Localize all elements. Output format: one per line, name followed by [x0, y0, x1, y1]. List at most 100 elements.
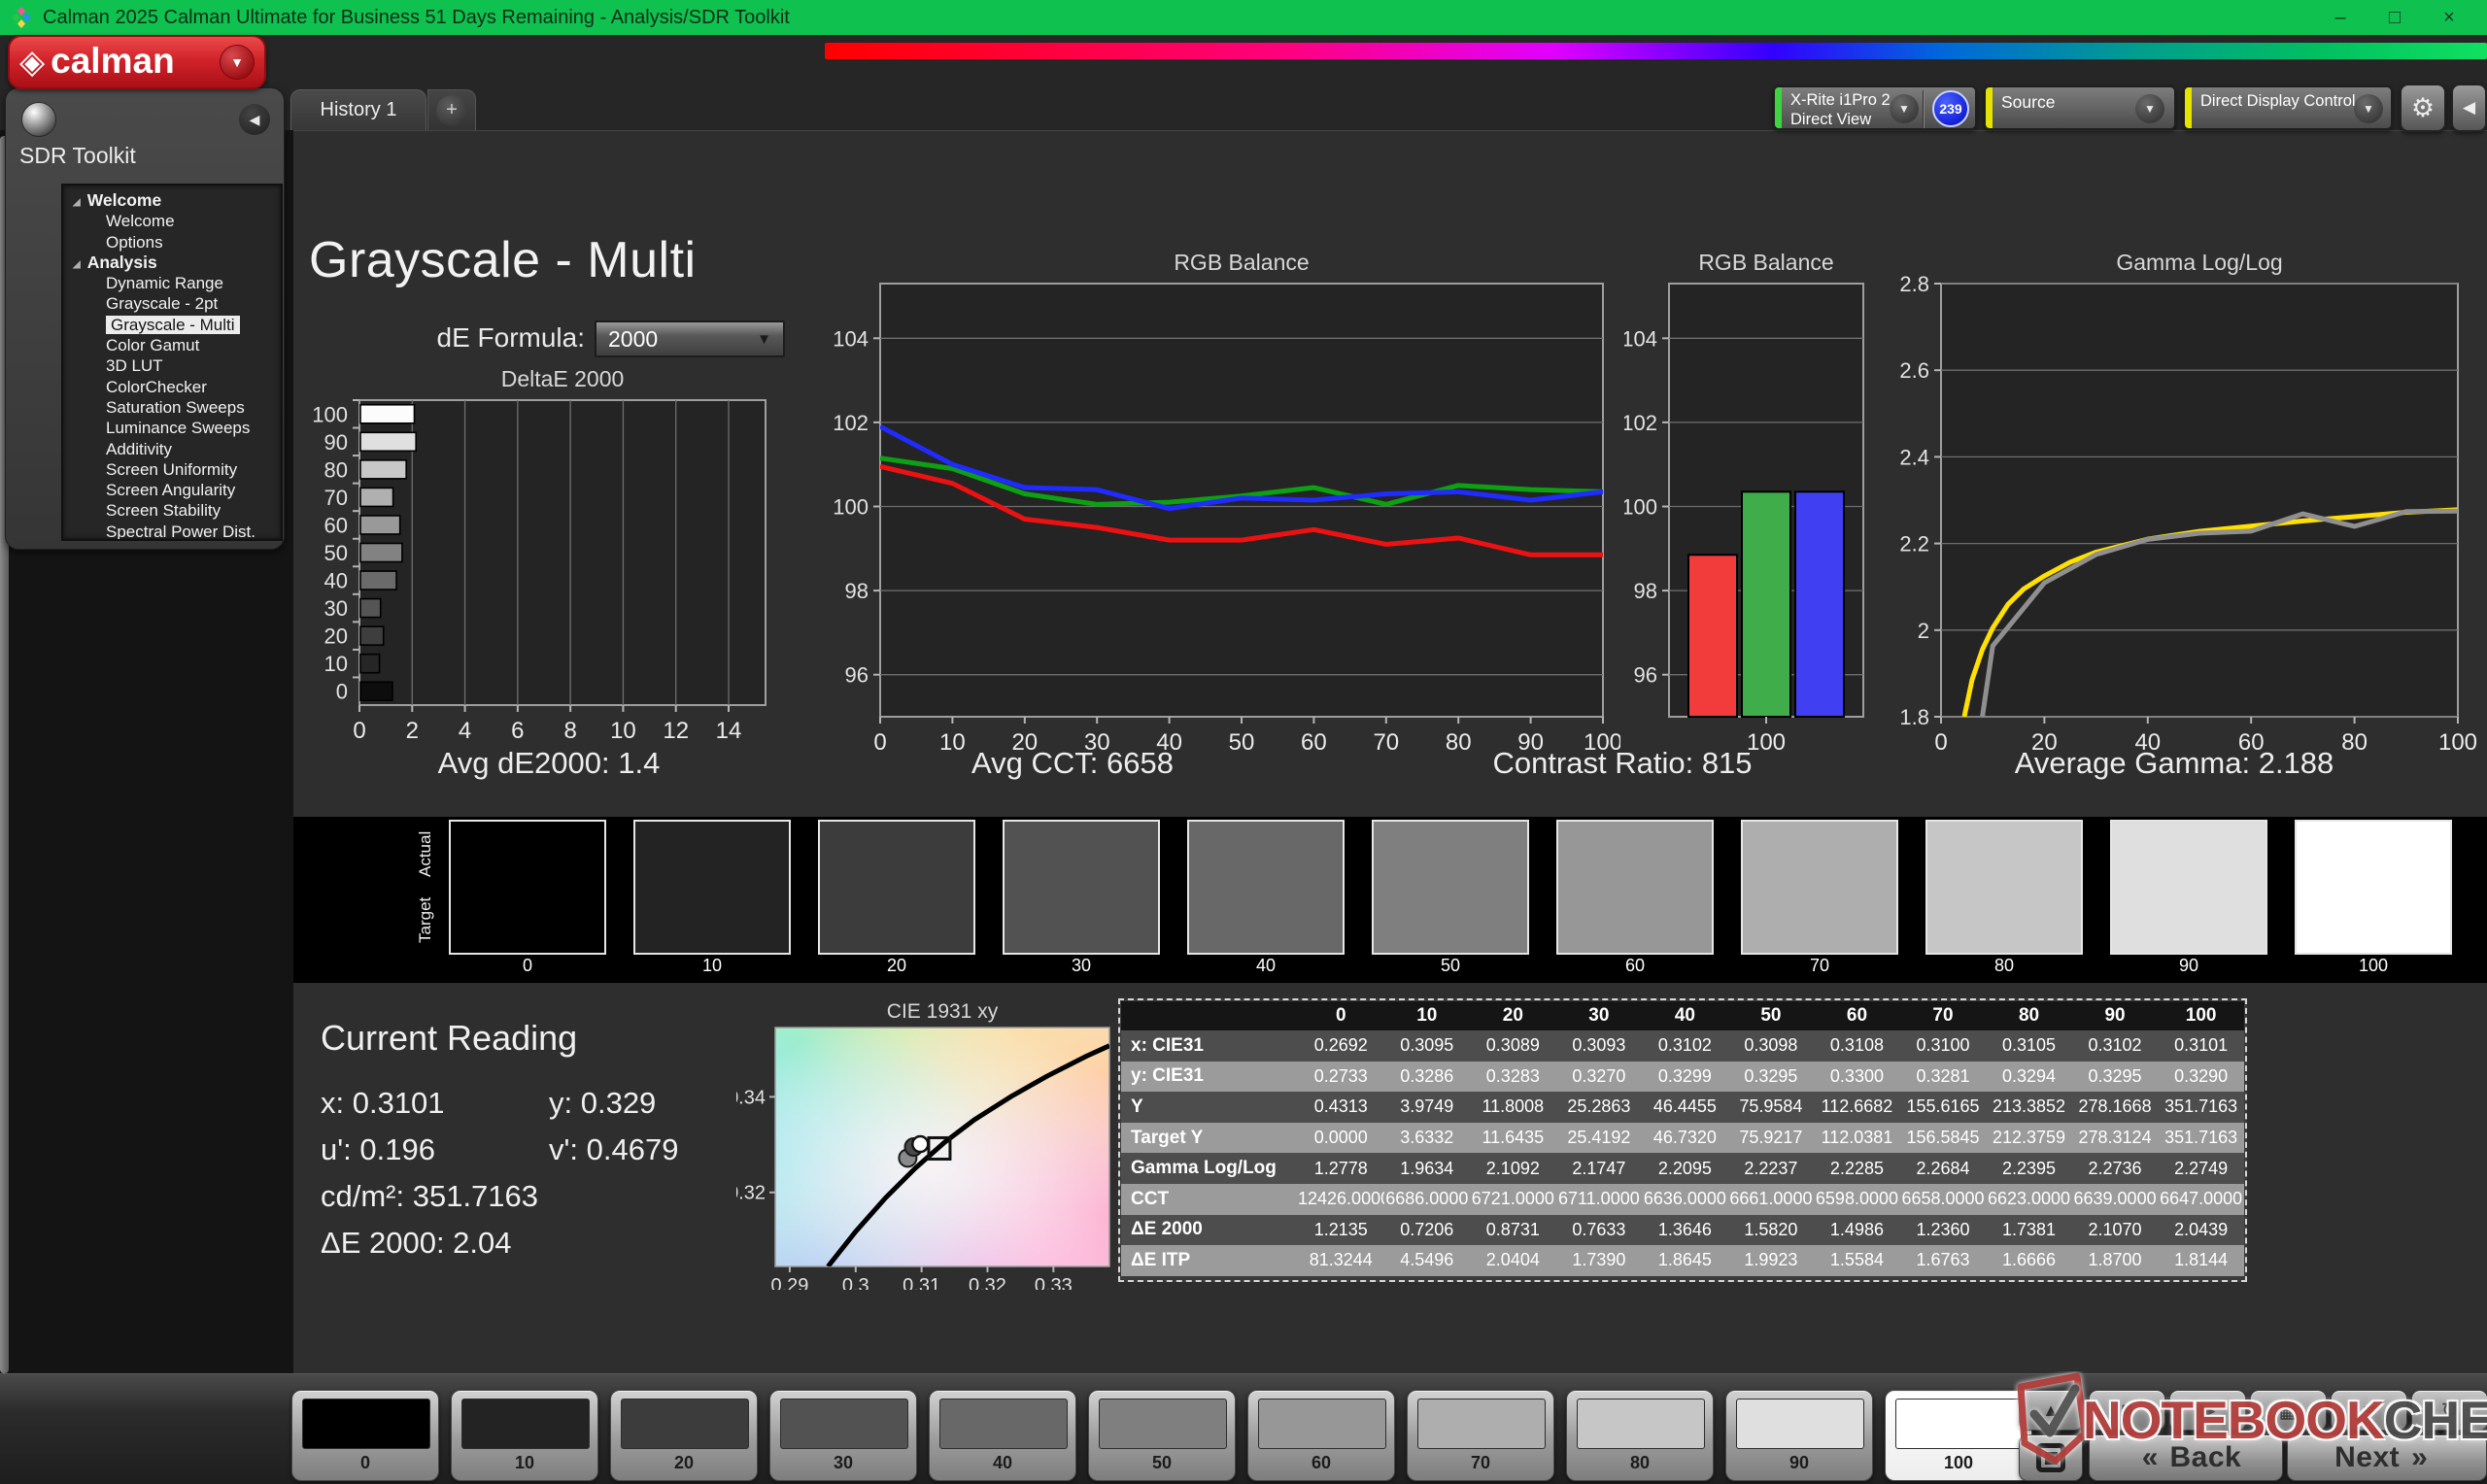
tab-history-1[interactable]: History 1 — [290, 89, 426, 130]
sidebar-collapse-button[interactable]: ◀ — [239, 104, 270, 135]
table-cell: 1.6666 — [1986, 1245, 2072, 1276]
source-dropdown[interactable]: Source ▼ — [1984, 85, 2176, 130]
patch-label: 10 — [452, 1453, 597, 1473]
sidebar-item-colorchecker[interactable]: ColorChecker — [63, 377, 281, 397]
close-button[interactable]: × — [2435, 7, 2464, 29]
swatch-cell-90 — [2110, 820, 2267, 955]
swatch-cell-70 — [1741, 820, 1898, 955]
table-header-row: 0102030405060708090100 — [1121, 1001, 2244, 1030]
svg-text:80: 80 — [324, 457, 348, 482]
sidebar-item-dynamic-range[interactable]: Dynamic Range — [63, 273, 281, 293]
table-cell: 6636.0000 — [1642, 1184, 1728, 1215]
sidebar-group-analysis[interactable]: ◢Analysis — [63, 253, 281, 273]
grayscale-patch-button-60[interactable]: 60 — [1247, 1390, 1395, 1481]
swatch-target — [635, 888, 789, 954]
grayscale-patch-button-80[interactable]: 80 — [1566, 1390, 1714, 1481]
sidebar-item-additivity[interactable]: Additivity — [63, 439, 281, 459]
swatch-actual — [635, 822, 789, 888]
calman-menu-button[interactable]: ◈ calman ▼ — [8, 35, 266, 89]
grayscale-patch-button-20[interactable]: 20 — [610, 1390, 758, 1481]
sidebar-item-luminance-sweeps[interactable]: Luminance Sweeps — [63, 418, 281, 438]
stop-pattern-button[interactable] — [2019, 1434, 2083, 1481]
table-cell: 11.6435 — [1470, 1123, 1556, 1154]
meter-dropdown[interactable]: X-Rite i1Pro 2 Direct View ▼ 239 — [1773, 85, 1977, 130]
grayscale-patch-button-0[interactable]: 0 — [291, 1390, 439, 1481]
transport-button-4[interactable]: ↻ — [2411, 1390, 2487, 1431]
patch-label: 40 — [930, 1453, 1075, 1473]
svg-text:100: 100 — [1624, 494, 1657, 519]
sidebar-item-3d-lut[interactable]: 3D LUT — [63, 355, 281, 376]
reading-row: cd/m²: 351.7163 — [321, 1179, 729, 1226]
sidebar-group-welcome[interactable]: ◢Welcome — [63, 190, 281, 211]
grayscale-patch-button-30[interactable]: 30 — [769, 1390, 917, 1481]
sidebar-item-spectral-power-dist[interactable]: Spectral Power Dist. — [63, 522, 281, 541]
sidebar-item-saturation-sweeps[interactable]: Saturation Sweeps — [63, 397, 281, 418]
svg-text:0: 0 — [353, 718, 365, 744]
reading-value: v': 0.4679 — [549, 1132, 678, 1167]
grayscale-patch-button-90[interactable]: 90 — [1725, 1390, 1873, 1481]
table-cell: 0.3294 — [1986, 1062, 2072, 1093]
table-cell: 278.1668 — [2072, 1092, 2159, 1123]
table-column-header: 70 — [1900, 1001, 1987, 1030]
collapse-panel-button[interactable]: ◀ — [2451, 84, 2487, 132]
sidebar-item-color-gamut[interactable]: Color Gamut — [63, 335, 281, 355]
table-cell: 0.3102 — [1642, 1030, 1728, 1062]
stat-contrast-ratio: Contrast Ratio: 815 — [1370, 746, 1875, 781]
ramp-icon: ≈ — [2364, 1399, 2375, 1422]
table-cell: 2.1747 — [1556, 1153, 1643, 1184]
patch-swatch — [780, 1399, 908, 1449]
minimize-button[interactable]: – — [2326, 7, 2355, 29]
grayscale-patch-button-70[interactable]: 70 — [1407, 1390, 1554, 1481]
table-cell: 2.2285 — [1814, 1153, 1900, 1184]
sidebar-item-screen-uniformity[interactable]: Screen Uniformity — [63, 459, 281, 480]
window-title: Calman 2025 Calman Ultimate for Business… — [43, 7, 790, 29]
grayscale-patch-button-10[interactable]: 10 — [451, 1390, 598, 1481]
maximize-button[interactable]: □ — [2380, 7, 2409, 29]
transport-button-1[interactable]: ▶ — [2169, 1390, 2246, 1431]
patch-swatch — [1099, 1399, 1227, 1449]
grayscale-patch-button-50[interactable]: 50 — [1088, 1390, 1236, 1481]
swatch-actual — [1189, 822, 1343, 888]
sidebar-item-screen-angularity[interactable]: Screen Angularity — [63, 480, 281, 500]
window-titlebar: Calman 2025 Calman Ultimate for Business… — [0, 0, 2487, 35]
svg-text:Gamma Log/Log: Gamma Log/Log — [2116, 250, 2282, 275]
table-cell: 2.1092 — [1470, 1153, 1556, 1184]
level-up-button[interactable]: ▲ — [2019, 1390, 2083, 1431]
svg-text:20: 20 — [324, 624, 348, 649]
sidebar-item-screen-stability[interactable]: Screen Stability — [63, 500, 281, 521]
table-cell: 0.4313 — [1298, 1092, 1384, 1123]
next-button[interactable]: Next » — [2287, 1434, 2487, 1481]
transport-button-0[interactable]: ■ — [2089, 1390, 2165, 1431]
table-cell: 2.2237 — [1728, 1153, 1815, 1184]
sidebar-item-grayscale-2pt[interactable]: Grayscale - 2pt — [63, 293, 281, 314]
transport-button-3[interactable]: ≈ — [2331, 1390, 2407, 1431]
sidebar-item-welcome[interactable]: Welcome — [63, 211, 281, 231]
sidebar-item-options[interactable]: Options — [63, 232, 281, 253]
calman-logo-icon: ◈ — [19, 46, 45, 79]
svg-text:30: 30 — [324, 596, 348, 621]
patch-swatch — [302, 1399, 430, 1449]
chevron-double-right-icon: » — [2411, 1441, 2428, 1474]
grayscale-patch-button-40[interactable]: 40 — [929, 1390, 1076, 1481]
back-button[interactable]: « Back — [2089, 1434, 2283, 1481]
transport-button-2[interactable]: ▦ — [2250, 1390, 2327, 1431]
settings-button[interactable]: ⚙ — [2400, 84, 2446, 132]
svg-text:90: 90 — [324, 430, 348, 455]
chevron-left-icon: ◀ — [2463, 98, 2475, 118]
svg-text:0.3: 0.3 — [842, 1275, 869, 1290]
sidebar-item-grayscale-multi[interactable]: Grayscale - Multi — [63, 315, 281, 335]
swatch-level-label: 10 — [633, 956, 791, 976]
de-formula-select[interactable]: 2000 ▼ — [595, 320, 785, 357]
table-column-header: 90 — [2072, 1001, 2159, 1030]
table-cell: 0.7206 — [1384, 1215, 1471, 1246]
add-tab-button[interactable]: + — [427, 89, 476, 130]
table-cell: 0.7633 — [1556, 1215, 1643, 1246]
display-control-dropdown[interactable]: Direct Display Control ▼ — [2183, 85, 2393, 130]
swatch-target — [2112, 888, 2266, 954]
source-status-stripe — [1986, 87, 1993, 128]
table-cell: 11.8008 — [1470, 1092, 1556, 1123]
tab-history-label: History 1 — [321, 99, 397, 121]
stat-average-gamma: Average Gamma: 2.188 — [1922, 746, 2427, 781]
grayscale-patch-button-100[interactable]: 100 — [1885, 1390, 2032, 1481]
sidebar-orb-button[interactable] — [21, 102, 56, 137]
